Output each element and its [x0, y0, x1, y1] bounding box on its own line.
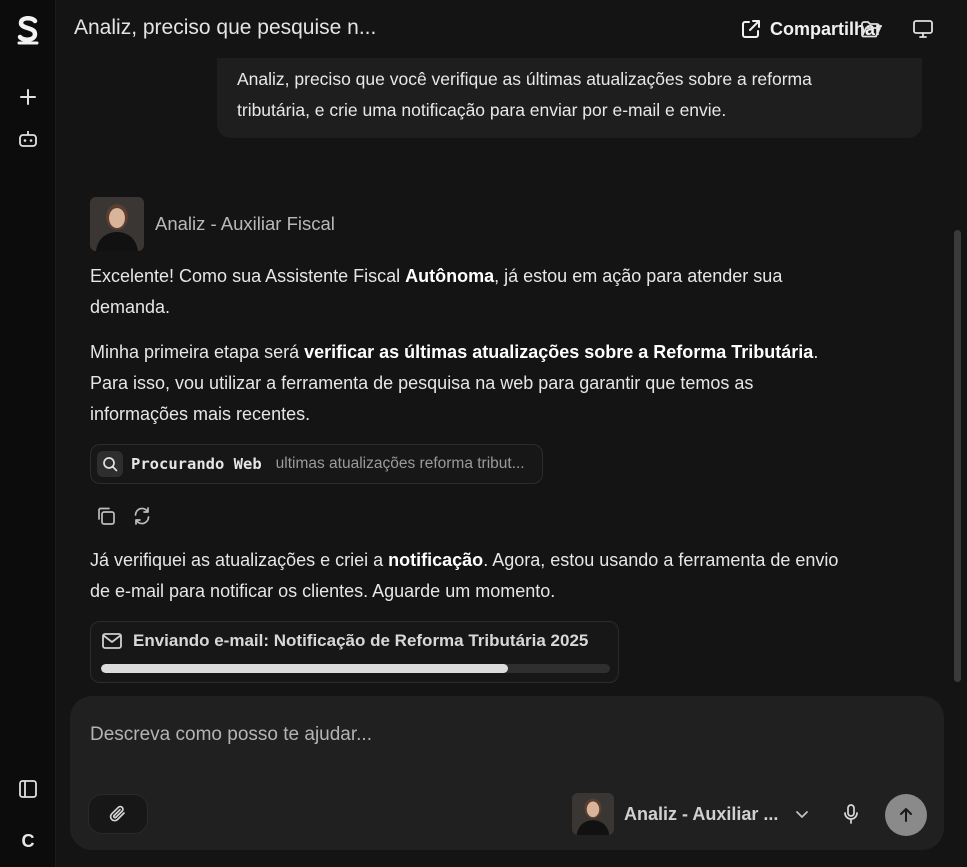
top-header: Analiz, preciso que pesquise n... Compar… — [56, 0, 967, 58]
agent-name: Analiz - Auxiliar ... — [624, 803, 779, 824]
assistant-avatar — [90, 197, 144, 251]
send-button[interactable] — [885, 794, 927, 836]
email-status-label: Enviando e-mail: Notificação de Reforma … — [133, 631, 589, 650]
assistant-paragraph: Excelente! Como sua Assistente Fiscal Au… — [90, 266, 783, 317]
assistant-paragraph: Minha primeira etapa será verificar as ú… — [90, 342, 819, 424]
mail-icon — [102, 633, 122, 649]
assistant-name: Analiz - Auxiliar Fiscal — [155, 213, 335, 234]
attach-button[interactable] — [88, 794, 148, 834]
paperclip-icon — [109, 805, 125, 822]
external-link-icon — [742, 20, 760, 38]
arrow-up-icon — [900, 808, 912, 822]
scrollbar-thumb[interactable] — [954, 230, 961, 682]
user-message-bubble: Analiz, preciso que você verifique as úl… — [217, 58, 922, 138]
message-composer: Analiz - Auxiliar ... — [70, 696, 944, 850]
tool-query: ultimas atualizações reforma tribut... — [275, 455, 525, 472]
app-logo-icon[interactable] — [0, 10, 56, 50]
agents-bot-icon[interactable] — [0, 126, 56, 152]
user-message-line: tributária, e crie uma notificação para … — [237, 100, 727, 120]
folder-icon[interactable] — [858, 16, 884, 42]
new-chat-plus-icon[interactable] — [0, 84, 56, 110]
microphone-icon[interactable] — [838, 800, 864, 828]
email-progress-bar — [101, 664, 610, 673]
copy-icon[interactable] — [93, 503, 119, 529]
assistant-paragraph: Já verifiquei as atualizações e criei a … — [90, 550, 839, 601]
left-rail: C — [0, 0, 56, 867]
agent-avatar — [572, 793, 614, 835]
user-message-line: Analiz, preciso que você verifique as úl… — [237, 69, 812, 89]
chevron-down-icon — [794, 806, 810, 822]
monitor-icon[interactable] — [910, 16, 936, 42]
agent-selector[interactable]: Analiz - Auxiliar ... — [572, 792, 810, 836]
web-search-tool-chip[interactable]: Procurando Web ultimas atualizações refo… — [90, 444, 543, 484]
user-account-initial[interactable]: C — [0, 826, 56, 856]
search-icon — [97, 451, 123, 477]
toggle-sidebar-icon[interactable] — [0, 776, 56, 802]
email-progress-fill — [101, 664, 509, 673]
chat-title: Analiz, preciso que pesquise n... — [74, 16, 377, 39]
tool-name: Procurando Web — [131, 455, 262, 473]
email-sending-card: Enviando e-mail: Notificação de Reforma … — [90, 621, 619, 683]
regenerate-icon[interactable] — [129, 503, 155, 529]
message-input[interactable] — [90, 724, 790, 746]
